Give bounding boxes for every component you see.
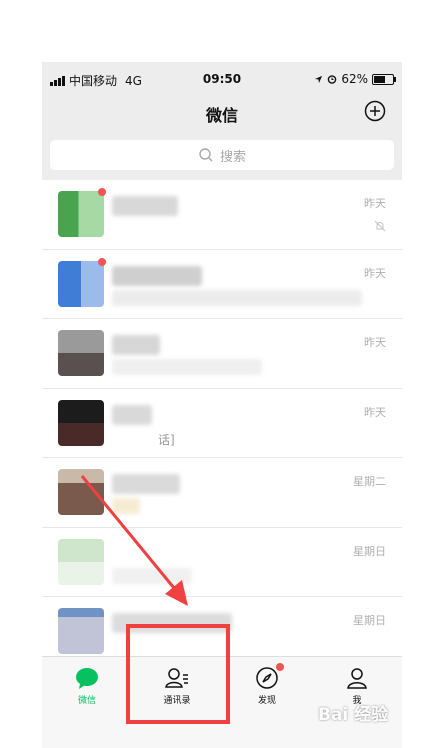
watermark: Bai 经验 xyxy=(318,705,389,725)
annotation-highlight-box xyxy=(126,624,230,724)
